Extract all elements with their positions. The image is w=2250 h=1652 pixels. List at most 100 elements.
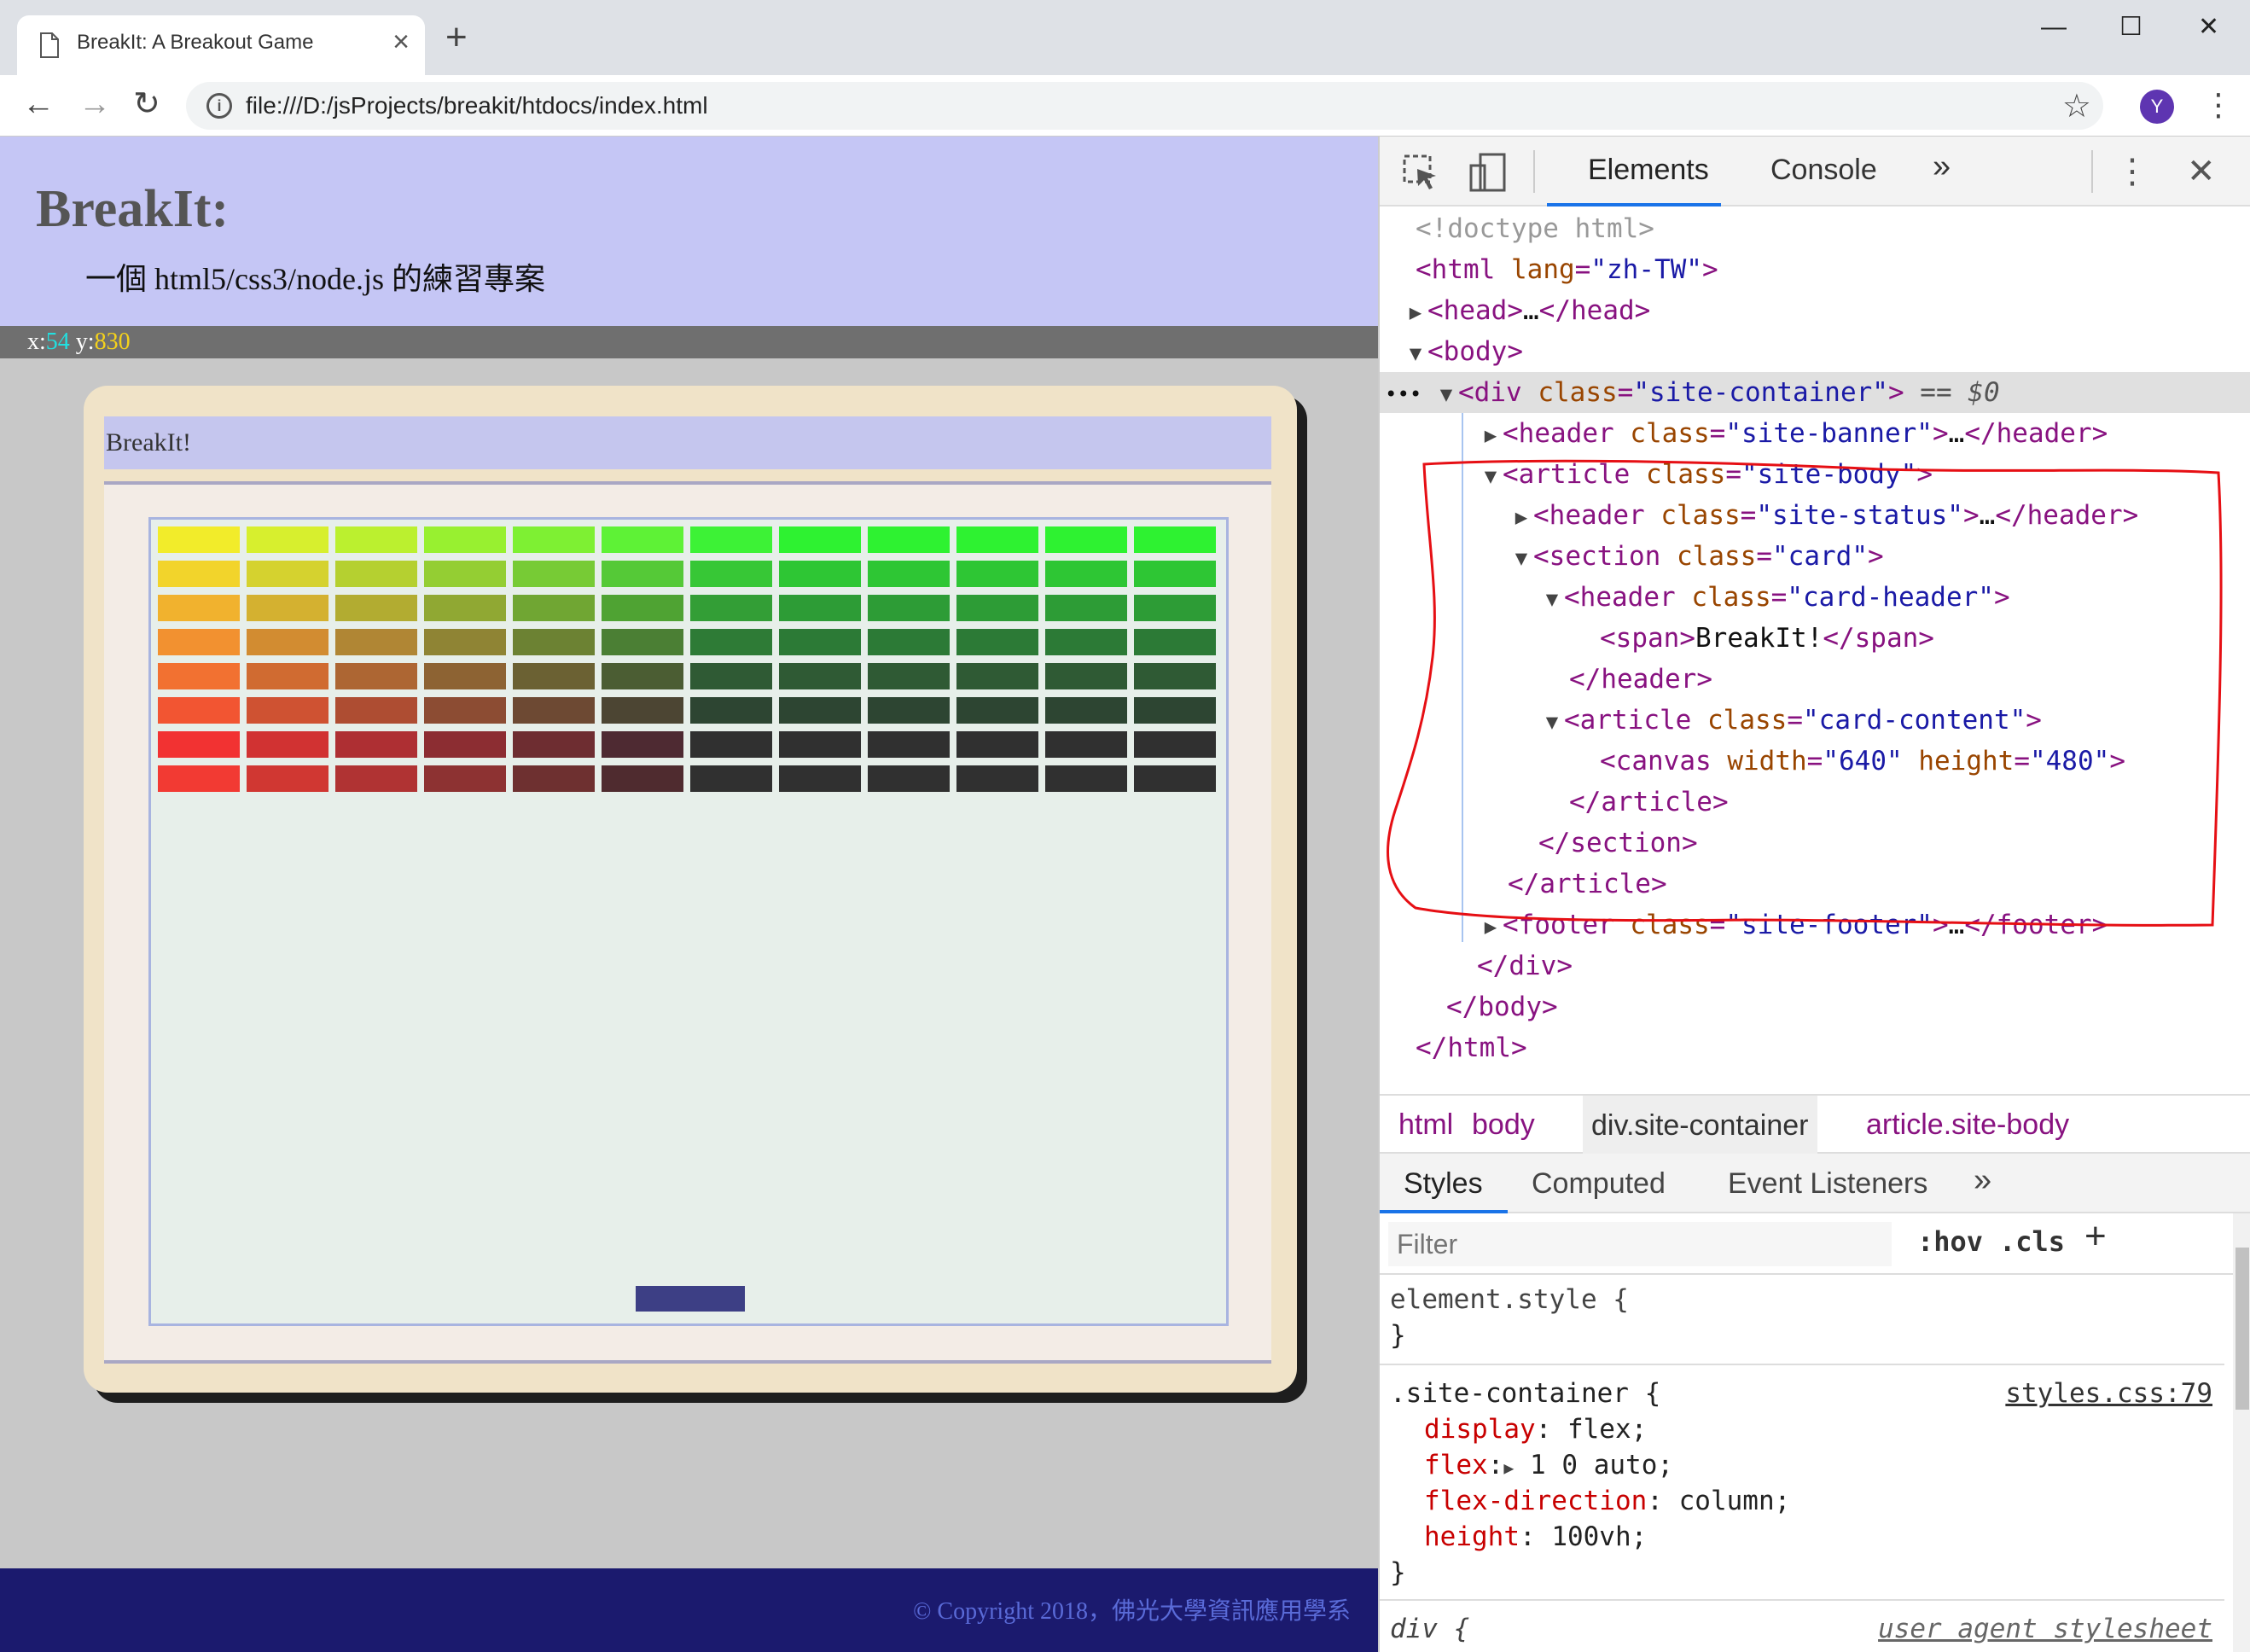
- minimize-window-button[interactable]: —: [2041, 12, 2067, 43]
- declaration-height[interactable]: height: 100vh;: [1424, 1519, 1647, 1555]
- tab-styles[interactable]: Styles: [1404, 1167, 1483, 1201]
- dom-node-canvas[interactable]: <canvas width="640" height="480">: [1380, 741, 2250, 782]
- close-devtools-icon[interactable]: ✕: [2187, 152, 2216, 191]
- dom-node-card-content[interactable]: ▼ <article class="card-content">: [1380, 700, 2250, 741]
- dom-node-div-close[interactable]: </div>: [1380, 945, 2250, 986]
- breadcrumb-site-container[interactable]: div.site-container: [1583, 1096, 1817, 1155]
- rule-selector[interactable]: .site-container {: [1390, 1376, 1660, 1411]
- head-close-tag: head: [1571, 295, 1635, 326]
- declaration-display[interactable]: display: flex;: [1424, 1411, 1647, 1447]
- tab-computed[interactable]: Computed: [1532, 1167, 1666, 1201]
- collapse-triangle-icon[interactable]: ▼: [1540, 701, 1564, 742]
- ua-rule-selector[interactable]: div {: [1390, 1611, 1469, 1647]
- dom-node-head[interactable]: ▶ <head>…</head>: [1380, 290, 2250, 331]
- maximize-window-button[interactable]: ☐: [2119, 12, 2142, 43]
- breadcrumb-html[interactable]: html: [1390, 1106, 1462, 1143]
- header-close-tag: header: [1996, 418, 2092, 449]
- breadcrumb-body[interactable]: body: [1463, 1106, 1544, 1143]
- rule-source-link[interactable]: styles.css:79: [2005, 1376, 2212, 1411]
- brick: [158, 629, 240, 655]
- profile-avatar[interactable]: Y: [2140, 90, 2174, 124]
- tab-elements[interactable]: Elements: [1588, 154, 1709, 187]
- card-bottom-divider: [104, 1360, 1271, 1364]
- prop-name: flex-direction: [1424, 1486, 1648, 1516]
- dom-node-site-footer[interactable]: ▶ <footer class="site-footer">…</footer>: [1380, 905, 2250, 945]
- banner-title: BreakIt:: [36, 180, 230, 238]
- collapse-triangle-icon[interactable]: ▼: [1479, 456, 1503, 497]
- dom-node-section-close[interactable]: </section>: [1380, 823, 2250, 864]
- bookmark-star-icon[interactable]: ☆: [2062, 87, 2091, 125]
- element-style-selector[interactable]: element.style {: [1390, 1282, 1629, 1318]
- dom-node-card-content-close[interactable]: </article>: [1380, 782, 2250, 823]
- declaration-flex[interactable]: flex:▶ 1 0 auto;: [1424, 1447, 1673, 1486]
- dom-node-site-body-close[interactable]: </article>: [1380, 864, 2250, 905]
- forward-button[interactable]: →: [78, 85, 111, 123]
- tab-console[interactable]: Console: [1770, 154, 1877, 187]
- brick: [424, 663, 506, 689]
- site-banner: BreakIt: 一個 html5/css3/node.js 的練習專案: [0, 137, 1378, 326]
- dom-node-body-close[interactable]: </body>: [1380, 986, 2250, 1027]
- expand-triangle-icon[interactable]: ▶: [1509, 497, 1533, 538]
- close-window-button[interactable]: ✕: [2198, 12, 2219, 43]
- dom-node-html-close[interactable]: </html>: [1380, 1027, 2250, 1068]
- styles-scrollbar[interactable]: [2233, 1213, 2250, 1652]
- dom-node-site-status[interactable]: ▶ <header class="site-status">…</header>: [1380, 495, 2250, 536]
- dom-node-html[interactable]: <html lang="zh-TW">: [1380, 249, 2250, 290]
- collapse-triangle-icon[interactable]: ▼: [1404, 333, 1427, 374]
- reload-button[interactable]: ↻: [133, 85, 160, 123]
- device-toolbar-icon[interactable]: [1468, 152, 1508, 193]
- close-tab-icon[interactable]: ×: [392, 27, 410, 56]
- more-panes-chevron-icon[interactable]: »: [1974, 1162, 1991, 1199]
- dom-node-site-body[interactable]: ▼ <article class="site-body">: [1380, 454, 2250, 495]
- brick: [1134, 663, 1216, 689]
- expand-triangle-icon[interactable]: ▶: [1503, 1457, 1514, 1478]
- node-options-icon[interactable]: •••: [1380, 374, 1434, 415]
- brick: [779, 731, 861, 758]
- banner-subtitle-text: 一個 html5/css3/node.js 的練習專案: [85, 262, 545, 296]
- expand-triangle-icon[interactable]: ▶: [1479, 415, 1503, 456]
- dom-node-body[interactable]: ▼ <body>: [1380, 331, 2250, 372]
- dom-node-card-header[interactable]: ▼ <header class="card-header">: [1380, 577, 2250, 618]
- address-bar[interactable]: i file:///D:/jsProjects/breakit/htdocs/i…: [186, 82, 2103, 130]
- class-toggle[interactable]: .cls: [1999, 1225, 2065, 1258]
- brick: [779, 629, 861, 655]
- declaration-flex-direction[interactable]: flex-direction: column;: [1424, 1483, 1790, 1519]
- hover-state-toggle[interactable]: :hov: [1917, 1225, 1983, 1258]
- brick: [779, 697, 861, 724]
- collapse-triangle-icon[interactable]: ▼: [1509, 538, 1533, 579]
- header-tag: header: [1549, 500, 1645, 531]
- browser-menu-icon[interactable]: ⋮: [2203, 84, 2234, 126]
- footer-close-tag: footer: [1996, 910, 2092, 940]
- paddle[interactable]: [636, 1286, 745, 1312]
- back-button[interactable]: ←: [22, 85, 55, 123]
- expand-triangle-icon[interactable]: ▶: [1479, 906, 1503, 947]
- game-canvas[interactable]: [148, 517, 1229, 1326]
- dom-node-span[interactable]: <span>BreakIt!</span>: [1380, 618, 2250, 659]
- class-attr: class: [1630, 910, 1710, 940]
- collapse-triangle-icon[interactable]: ▼: [1540, 579, 1564, 620]
- styles-filter-input[interactable]: [1388, 1222, 1892, 1266]
- brick: [956, 731, 1038, 758]
- brick: [158, 663, 240, 689]
- inspect-element-icon[interactable]: [1402, 154, 1441, 193]
- collapse-triangle-icon[interactable]: ▼: [1434, 374, 1458, 415]
- brick: [690, 765, 772, 792]
- scrollbar-thumb[interactable]: [2235, 1248, 2249, 1410]
- dom-node-card-header-close[interactable]: </header>: [1380, 659, 2250, 700]
- brick: [513, 765, 595, 792]
- browser-tab[interactable]: BreakIt: A Breakout Game ×: [17, 15, 425, 75]
- more-tabs-chevron-icon[interactable]: »: [1933, 148, 1951, 185]
- dom-node-card[interactable]: ▼ <section class="card">: [1380, 536, 2250, 577]
- info-icon[interactable]: i: [206, 93, 232, 119]
- dom-node-site-container[interactable]: ••• ▼ <div class="site-container"> == $0: [1380, 372, 2250, 413]
- brick: [690, 731, 772, 758]
- dom-node-doctype[interactable]: <!doctype html>: [1380, 208, 2250, 249]
- expand-triangle-icon[interactable]: ▶: [1404, 292, 1427, 333]
- tab-event-listeners[interactable]: Event Listeners: [1728, 1167, 1927, 1201]
- dom-node-site-banner[interactable]: ▶ <header class="site-banner">…</header>: [1380, 413, 2250, 454]
- page-icon: [40, 32, 59, 58]
- devtools-menu-icon[interactable]: ⋮: [2115, 152, 2149, 191]
- new-rule-button[interactable]: +: [2084, 1215, 2107, 1258]
- new-tab-button[interactable]: +: [445, 19, 468, 56]
- breadcrumb-site-body[interactable]: article.site-body: [1858, 1106, 2078, 1143]
